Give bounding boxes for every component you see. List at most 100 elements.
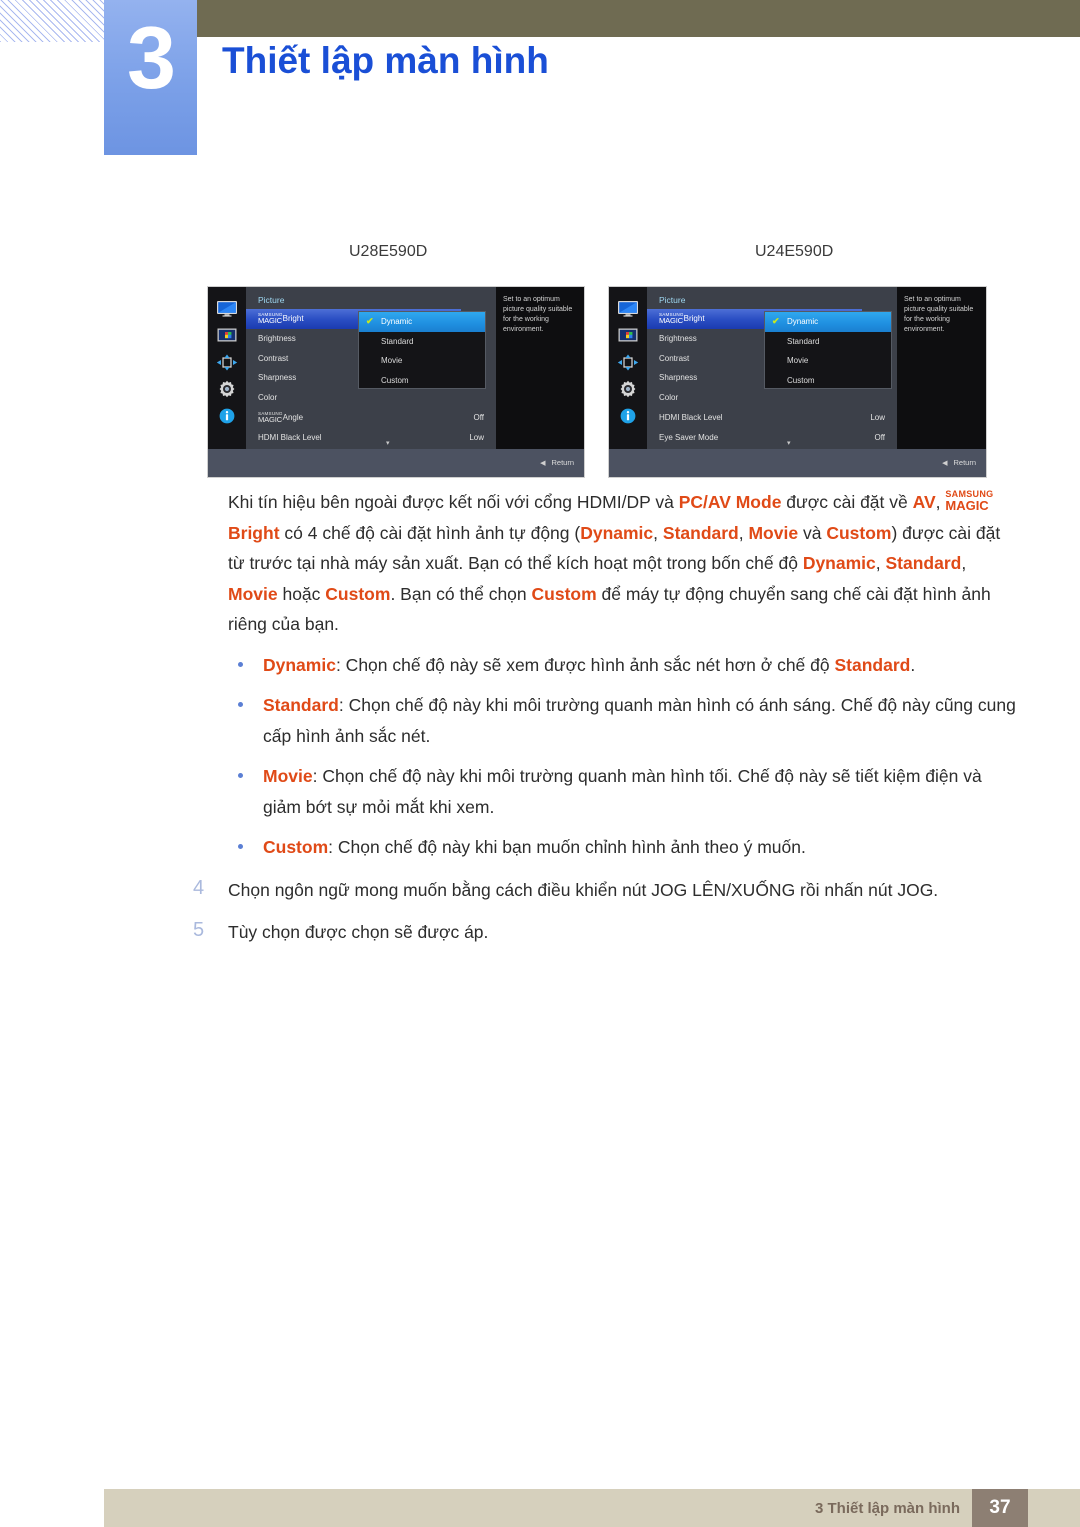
left-arrow-icon: ◀	[942, 460, 948, 467]
submenu-item-standard[interactable]: Standard	[765, 332, 891, 352]
osd-return-button[interactable]: ◀ Return	[540, 458, 574, 467]
submenu-item-label: Dynamic	[787, 317, 819, 326]
para-text: và	[798, 522, 827, 543]
list-item: Dynamic: Chọn chế độ này sẽ xem được hìn…	[0, 650, 1080, 681]
bullet-term-2: Standard	[834, 654, 911, 675]
osd-return-label: Return	[953, 458, 976, 467]
osd-row-value: Off	[874, 432, 885, 442]
info-icon[interactable]	[617, 407, 639, 425]
check-icon: ✔	[366, 316, 374, 326]
submenu-item-movie[interactable]: Movie	[359, 351, 485, 371]
term-movie-2: Movie	[228, 583, 278, 604]
submenu-item-dynamic[interactable]: ✔ Dynamic	[765, 312, 891, 332]
arrows-icon[interactable]	[617, 353, 639, 371]
magicbright-logo: SAMSUNG MAGIC	[258, 311, 283, 326]
step-text: Chọn ngôn ngữ mong muốn bằng cách điều k…	[228, 879, 939, 900]
osd-row-color[interactable]: Color	[647, 388, 897, 408]
footer-chapter-label: 3 Thiết lập màn hình	[814, 1500, 960, 1517]
chapter-number: 3	[127, 8, 176, 107]
term-standard: Standard	[662, 522, 739, 543]
model-label-right: U24E590D	[755, 243, 834, 260]
bullet-text: : Chọn chế độ này sẽ xem được hình ảnh s…	[335, 654, 835, 675]
submenu-item-label: Custom	[381, 375, 409, 385]
term-pcav-mode: PC/AV Mode	[678, 492, 782, 512]
bullet-term: Standard	[263, 695, 339, 715]
chevron-down-icon[interactable]: ▾	[787, 439, 791, 447]
osd-row-hdmi-black-level[interactable]: HDMI Black Level Low	[246, 428, 496, 448]
osd-info-panel: Set to an optimum picture quality suitab…	[496, 287, 584, 450]
list-item: Custom: Chọn chế độ này khi bạn muốn chỉ…	[0, 832, 1080, 863]
osd-row-label: Contrast	[659, 353, 690, 363]
submenu-item-custom[interactable]: Custom	[359, 371, 485, 391]
osd-row-label: HDMI Black Level	[659, 412, 723, 422]
osd-row-label: Bright	[683, 314, 705, 323]
osd-row-label: Brightness	[258, 333, 296, 343]
term-custom: Custom	[826, 522, 892, 543]
osd-menu-title: Picture	[258, 295, 285, 305]
term-bright: Bright	[228, 522, 280, 543]
arrows-icon[interactable]	[216, 353, 238, 371]
para-text: Khi tín hiệu bên ngoài được kết nối với …	[228, 492, 679, 512]
bullet-term: Dynamic	[263, 654, 336, 675]
osd-row-color[interactable]: Color	[246, 388, 496, 408]
osd-row-label: Color	[659, 393, 679, 403]
term-custom-3: Custom	[531, 583, 597, 604]
intro-paragraph: Khi tín hiệu bên ngoài được kết nối với …	[0, 487, 1080, 640]
term-dynamic: Dynamic	[580, 522, 654, 543]
check-icon: ✔	[772, 316, 780, 326]
para-text: ,	[653, 522, 663, 543]
page-title: Thiết lập màn hình	[222, 40, 549, 81]
submenu-item-dynamic[interactable]: ✔ Dynamic	[359, 312, 485, 332]
osd-row-eye-saver-mode[interactable]: Eye Saver Mode Off	[647, 428, 897, 448]
submenu-item-label: Standard	[787, 336, 820, 346]
submenu-item-standard[interactable]: Standard	[359, 332, 485, 352]
bullet-icon	[238, 702, 243, 707]
page-header: 3 Thiết lập màn hình	[0, 0, 1080, 160]
info-icon[interactable]	[216, 407, 238, 425]
osd-return-button[interactable]: ◀ Return	[942, 458, 976, 467]
osd-return-label: Return	[551, 458, 574, 467]
term-standard-2: Standard	[885, 553, 962, 573]
monitor-icon[interactable]	[216, 299, 238, 317]
hatch-decoration	[0, 0, 104, 42]
submenu-item-custom[interactable]: Custom	[765, 371, 891, 391]
magicbright-logo: SAMSUNG MAGIC	[659, 311, 684, 326]
magicangle-logo: SAMSUNG MAGIC	[258, 410, 283, 425]
bullet-icon	[238, 773, 243, 778]
header-olive-bar	[190, 0, 1080, 37]
osd-row-label: Sharpness	[659, 373, 698, 383]
osd-row-value: Low	[870, 412, 885, 422]
osd-bottom-bar: ◀ Return	[609, 449, 986, 477]
gear-icon[interactable]	[617, 380, 639, 398]
para-text: có 4 chế độ cài đặt hình ảnh tự động (	[279, 522, 581, 543]
osd-row-value: Off	[473, 412, 484, 422]
step-item-4: 4 Chọn ngôn ngữ mong muốn bằng cách điều …	[0, 875, 1080, 906]
bullet-text: : Chọn chế độ này khi bạn muốn chỉnh hìn…	[328, 837, 806, 857]
osd-icon-rail	[609, 287, 647, 450]
gear-icon[interactable]	[216, 380, 238, 398]
bullet-text: : Chọn chế độ này khi môi trường quanh m…	[263, 695, 1016, 746]
monitor-icon[interactable]	[617, 299, 639, 317]
list-item: Movie: Chọn chế độ này khi môi trường qu…	[0, 761, 1080, 822]
para-text: . Bạn có thể chọn	[390, 583, 532, 604]
picture-icon[interactable]	[216, 326, 238, 344]
term-movie: Movie	[748, 522, 799, 543]
osd-row-label: Sharpness	[258, 373, 297, 383]
footer-page-number: 37	[972, 1489, 1028, 1527]
osd-row-magicangle[interactable]: SAMSUNG MAGIC Angle Off	[246, 408, 496, 428]
osd-menu-title: Picture	[659, 295, 686, 305]
osd-row-hdmi-black-level[interactable]: HDMI Black Level Low	[647, 408, 897, 428]
model-label-left: U28E590D	[349, 243, 428, 260]
osd-row-label: HDMI Black Level	[258, 432, 322, 442]
magicbright-inline-logo: SAMSUNG MAGIC	[945, 489, 994, 513]
step-text: Tùy chọn được chọn sẽ được áp.	[228, 922, 489, 942]
submenu-item-movie[interactable]: Movie	[765, 351, 891, 371]
page-footer: 3 Thiết lập màn hình 37	[104, 1489, 1080, 1527]
chevron-down-icon[interactable]: ▾	[386, 439, 390, 447]
osd-screenshot-u28e590d: Picture SAMSUNG MAGIC Bright Brightness …	[207, 286, 585, 478]
picture-icon[interactable]	[617, 326, 639, 344]
osd-row-label: Color	[258, 393, 278, 403]
bullet-term: Movie	[263, 766, 313, 786]
step-number: 5	[193, 919, 205, 941]
bullet-text-after: .	[910, 654, 916, 675]
